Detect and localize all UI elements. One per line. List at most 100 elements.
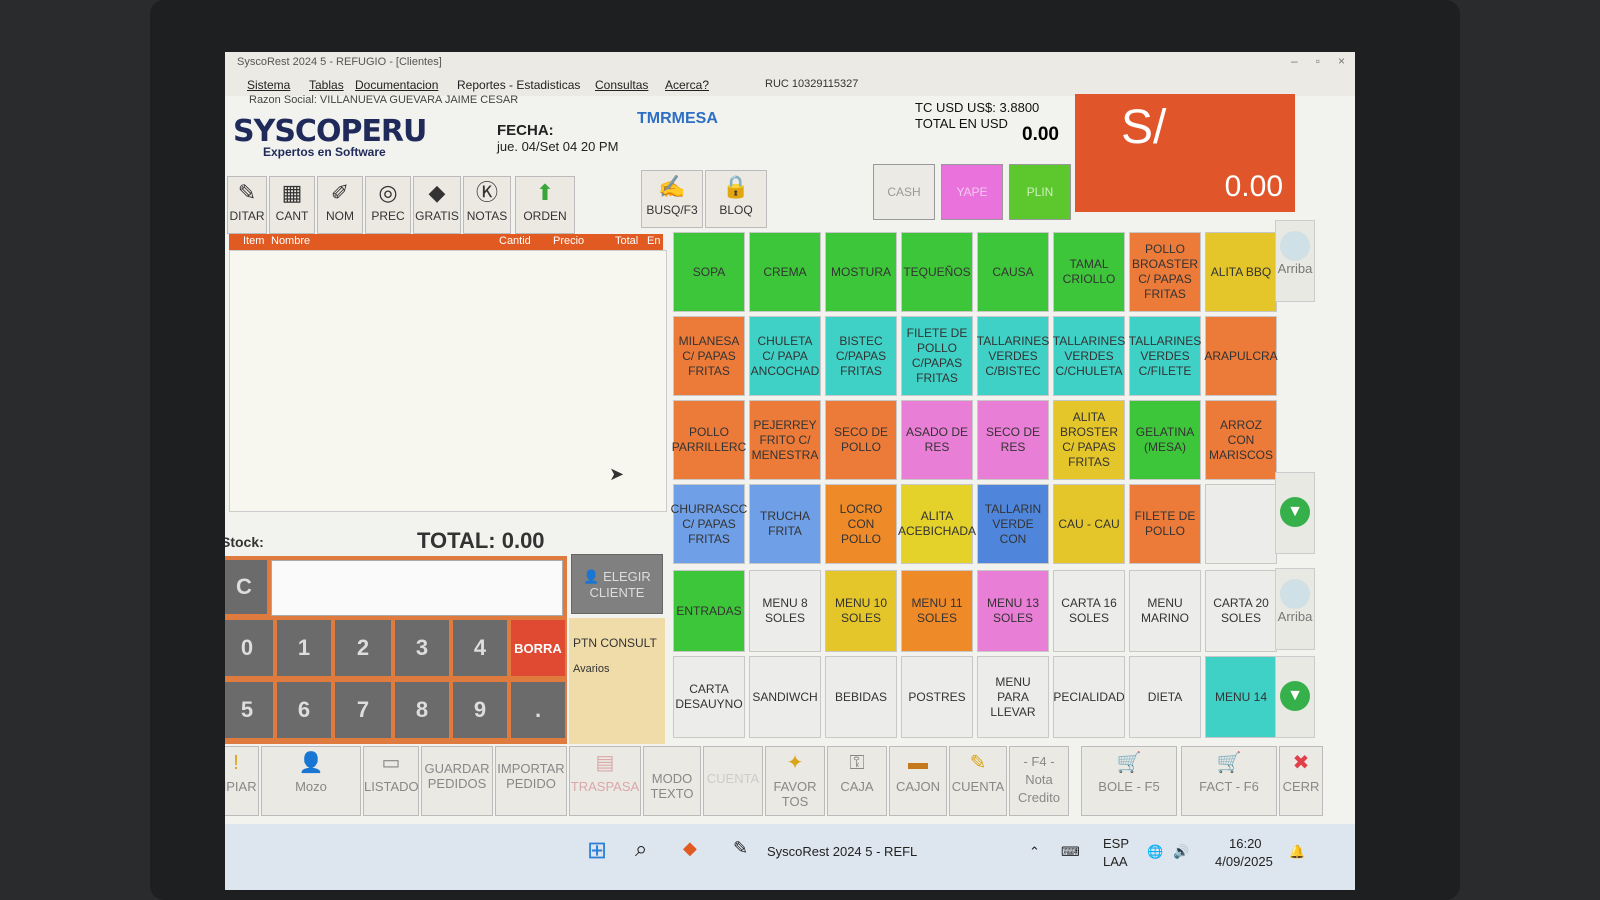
notas-button[interactable]: Ⓚ NOTAS	[463, 176, 511, 234]
product-tile[interactable]: TALLARIN VERDE CON	[977, 484, 1049, 564]
product-tile[interactable]: MILANESA C/ PAPAS FRITAS	[673, 316, 745, 396]
bloq-button[interactable]: 🔒 BLOQ	[705, 170, 767, 228]
product-tile[interactable]: POLLO PARRILLERC	[672, 400, 746, 480]
busq-button[interactable]: ✍ BUSQ/F3	[641, 170, 703, 228]
cajon-button[interactable]: ▬ CAJON	[889, 746, 947, 816]
menu-reportes[interactable]: Reportes - Estadisticas	[457, 78, 580, 92]
key-clear[interactable]: C	[225, 560, 267, 614]
key-8[interactable]: 8	[395, 682, 449, 738]
elegir-cliente-button[interactable]: 👤 ELEGIR CLIENTE	[571, 554, 663, 614]
yape-button[interactable]: YAPE	[941, 164, 1003, 220]
close-icon[interactable]: ×	[1338, 54, 1345, 68]
product-tile[interactable]: SOPA	[673, 232, 745, 312]
menu-sistema[interactable]: Sistema	[247, 78, 290, 92]
limpiar-button[interactable]: ! MPIAR	[225, 746, 259, 816]
products-scroll-up[interactable]: Arriba	[1275, 220, 1315, 302]
menu-tablas[interactable]: Tablas	[309, 78, 344, 92]
product-tile[interactable]: TALLARINES VERDES C/BISTEC	[977, 316, 1049, 396]
key-7[interactable]: 7	[335, 682, 391, 738]
mozo-button[interactable]: 👤 Mozo	[261, 746, 361, 816]
product-tile[interactable]: SECO DE RES	[977, 400, 1049, 480]
key-3[interactable]: 3	[395, 620, 449, 676]
key-9[interactable]: 9	[453, 682, 507, 738]
category-tile[interactable]: MENU MARINO	[1129, 570, 1201, 652]
listado-button[interactable]: ▭ LISTADO	[363, 746, 419, 816]
category-tile[interactable]: MENU 10 SOLES	[825, 570, 897, 652]
guardar-pedidos-button[interactable]: GUARDAR PEDIDOS	[421, 746, 493, 816]
cuenta-dividida-button[interactable]: CUENTA	[703, 746, 763, 816]
cash-button[interactable]: CASH	[873, 164, 935, 220]
category-tile[interactable]: SANDIWCH	[749, 656, 821, 738]
chevron-up-icon[interactable]: ⌃	[1029, 844, 1040, 860]
traspasa-button[interactable]: ▤ TRASPASA	[569, 746, 641, 816]
favoritos-button[interactable]: ✦ FAVOR TOS	[765, 746, 825, 816]
category-tile[interactable]: MENU 11 SOLES	[901, 570, 973, 652]
orden-button[interactable]: ⬆ ORDEN	[515, 176, 575, 234]
cant-button[interactable]: ▦ CANT	[269, 176, 315, 234]
key-1[interactable]: 1	[277, 620, 331, 676]
key-6[interactable]: 6	[277, 682, 331, 738]
product-tile[interactable]: PEJERREY FRITO C/ MENESTRA	[749, 400, 821, 480]
ptn-consult-panel[interactable]: PTN CONSULT Avarios	[569, 618, 665, 744]
product-tile[interactable]: LOCRO CON POLLO	[825, 484, 897, 564]
key-2[interactable]: 2	[335, 620, 391, 676]
product-tile[interactable]: CREMA	[749, 232, 821, 312]
plin-button[interactable]: PLIN	[1009, 164, 1071, 220]
category-tile[interactable]: MENU 8 SOLES	[749, 570, 821, 652]
modo-texto-button[interactable]: MODO TEXTO	[643, 746, 701, 816]
category-tile[interactable]: BEBIDAS	[825, 656, 897, 738]
category-tile[interactable]: CARTA DESAUYNO	[673, 656, 745, 738]
product-tile[interactable]	[1205, 484, 1277, 564]
category-tile[interactable]: MENU PARA LLEVAR	[977, 656, 1049, 738]
cerrar-button[interactable]: ✖ CERR	[1279, 746, 1323, 816]
anydesk-icon[interactable]: ◆	[683, 838, 697, 859]
product-tile[interactable]: ARROZ CON MARISCOS	[1205, 400, 1277, 480]
category-tile[interactable]: MENU 14	[1205, 656, 1277, 738]
importar-pedido-button[interactable]: IMPORTAR PEDIDO	[495, 746, 567, 816]
globe-icon[interactable]: 🌐	[1147, 844, 1163, 860]
product-tile[interactable]: TAMAL CRIOLLO	[1053, 232, 1125, 312]
categories-scroll-down[interactable]: ▼	[1275, 656, 1315, 738]
windows-start-icon[interactable]: ⊞	[587, 836, 607, 865]
nota-credito-button[interactable]: - F4 - Nota Credito	[1009, 746, 1069, 816]
clock-date[interactable]: 4/09/2025	[1215, 854, 1273, 869]
product-tile[interactable]: TALLARINES VERDES C/FILETE	[1129, 316, 1201, 396]
product-tile[interactable]: CAU - CAU	[1053, 484, 1125, 564]
product-tile[interactable]: MOSTURA	[825, 232, 897, 312]
layout-label[interactable]: LAA	[1103, 854, 1128, 869]
product-tile[interactable]: ASADO DE RES	[901, 400, 973, 480]
clock-time[interactable]: 16:20	[1229, 836, 1262, 851]
product-tile[interactable]: BISTEC C/PAPAS FRITAS	[825, 316, 897, 396]
key-5[interactable]: 5	[225, 682, 273, 738]
order-list[interactable]	[229, 250, 667, 512]
borra-button[interactable]: BORRA	[511, 620, 565, 676]
syscorest-app-icon[interactable]: ✎	[733, 838, 748, 859]
key-0[interactable]: 0	[225, 620, 273, 676]
menu-acerca[interactable]: Acerca?	[665, 78, 709, 92]
category-tile[interactable]: PECIALIDAD	[1053, 656, 1125, 738]
product-tile[interactable]: TALLARINES VERDES C/CHULETA	[1053, 316, 1125, 396]
product-tile[interactable]: POLLO BROASTER C/ PAPAS FRITAS	[1129, 232, 1201, 312]
product-tile[interactable]: ALITA BROSTER C/ PAPAS FRITAS	[1053, 400, 1125, 480]
product-tile[interactable]: FILETE DE POLLO C/PAPAS FRITAS	[901, 316, 973, 396]
product-tile[interactable]: CHULETA C/ PAPA ANCOCHAD	[749, 316, 821, 396]
search-icon[interactable]: ⌕	[635, 836, 647, 862]
maximize-icon[interactable]: ▫	[1316, 54, 1320, 68]
keypad-display[interactable]	[271, 560, 563, 616]
product-tile[interactable]: ALITA BBQ	[1205, 232, 1277, 312]
product-tile[interactable]: ARAPULCRA	[1204, 316, 1278, 396]
products-scroll-down[interactable]: ▼	[1275, 472, 1315, 554]
language-label[interactable]: ESP	[1103, 836, 1129, 851]
menu-documentacion[interactable]: Documentacion	[355, 78, 438, 92]
prec-button[interactable]: ◎ PREC	[365, 176, 411, 234]
cuenta-button[interactable]: ✎ CUENTA	[949, 746, 1007, 816]
keyboard-icon[interactable]: ⌨	[1061, 844, 1080, 860]
product-tile[interactable]: FILETE DE POLLO	[1129, 484, 1201, 564]
gratis-button[interactable]: ◆ GRATIS	[413, 176, 461, 234]
menu-consultas[interactable]: Consultas	[595, 78, 648, 92]
product-tile[interactable]: TEQUEÑOS	[901, 232, 973, 312]
nom-button[interactable]: ✐ NOM	[317, 176, 363, 234]
product-tile[interactable]: GELATINA (MESA)	[1129, 400, 1201, 480]
category-tile[interactable]: DIETA	[1129, 656, 1201, 738]
bell-icon[interactable]: 🔔	[1289, 844, 1305, 860]
